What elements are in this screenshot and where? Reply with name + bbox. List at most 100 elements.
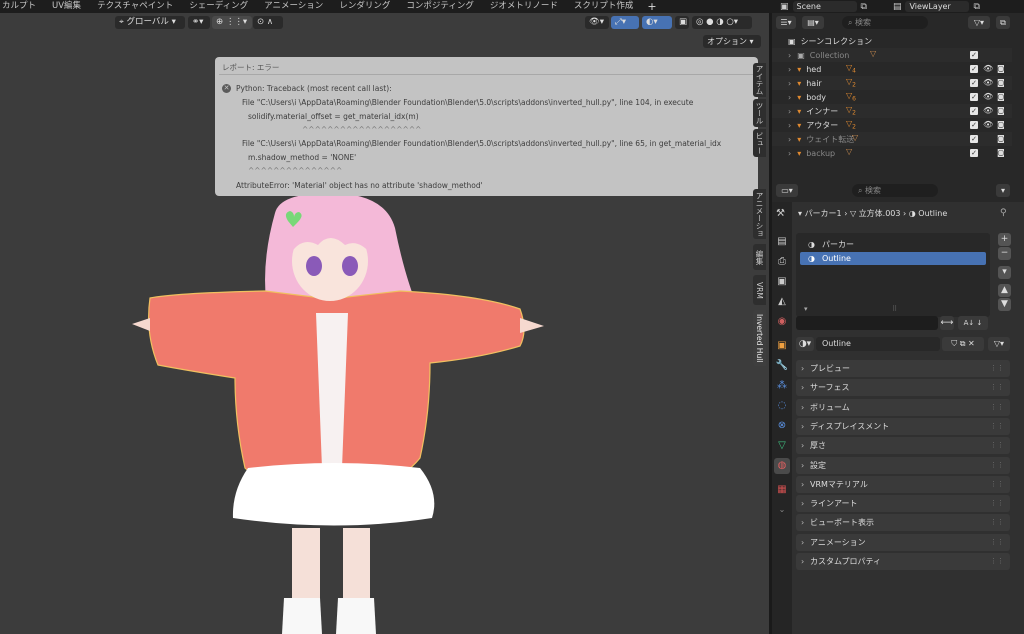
panel-header[interactable]: › プレビュー ⋮⋮ (796, 360, 1010, 377)
camera-icon[interactable]: ◙ (997, 78, 1005, 87)
eye-icon[interactable]: 👁 (983, 64, 993, 73)
options-dropdown-button[interactable]: ▾ (996, 184, 1010, 197)
tab-geometry-nodes[interactable]: ジオメトリノード (482, 0, 566, 13)
display-mode-button[interactable]: ▤▾ (802, 16, 824, 29)
n-panel-tab-edit[interactable]: 編集 (753, 244, 766, 270)
expand-arrow-icon[interactable]: › (788, 93, 791, 102)
output-tab[interactable]: ⎙ (774, 254, 790, 270)
render-tab[interactable]: ▤ (774, 234, 790, 250)
panel-header[interactable]: › カスタムプロパティ ⋮⋮ (796, 553, 1010, 570)
exclude-checkbox[interactable]: ✓ (970, 107, 978, 115)
outliner-row[interactable]: › ▾ hed ▽4 ✓ 👁 ◙ (772, 62, 1012, 76)
drag-handle-icon[interactable]: ⋮⋮ (990, 514, 1004, 531)
physics-tab[interactable]: ◌ (774, 398, 790, 414)
panel-header[interactable]: › 厚さ ⋮⋮ (796, 437, 1010, 455)
camera-icon[interactable]: ◙ (997, 120, 1005, 129)
modifier-tab[interactable]: 🔧 (774, 358, 790, 374)
exclude-checkbox[interactable]: ✓ (970, 149, 978, 157)
world-tab[interactable]: ◉ (774, 314, 790, 330)
eye-icon[interactable]: 👁 (983, 106, 993, 115)
material-name-field[interactable]: Outline (816, 337, 940, 351)
slot-specials-button[interactable]: ▾ (998, 266, 1011, 279)
duplicate-scene-icon[interactable]: ⧉ (861, 2, 867, 12)
slot-filter-input[interactable] (796, 316, 938, 330)
panel-header[interactable]: › ボリューム ⋮⋮ (796, 398, 1010, 416)
pin-icon[interactable]: ⚲ (1000, 208, 1007, 218)
scene-name-field[interactable]: Scene (792, 1, 857, 12)
expand-arrow-icon[interactable]: › (788, 121, 791, 130)
tab-sculpt[interactable]: カルプト (0, 0, 44, 13)
object-tab[interactable]: ▣ (774, 338, 790, 354)
outliner-row[interactable]: › ▾ ウェイト転送 ▽ ✓ ◙ (772, 132, 1012, 146)
expand-arrow-icon[interactable]: › (788, 51, 791, 60)
expand-arrow-icon[interactable]: › (788, 149, 791, 158)
expand-arrow-icon[interactable]: › (788, 79, 791, 88)
constraints-tab[interactable]: ⊗ (774, 418, 790, 434)
editor-type-button[interactable]: ☰▾ (776, 16, 796, 29)
view-layer-tab[interactable]: ▣ (774, 274, 790, 290)
add-workspace-button[interactable]: + (641, 0, 662, 13)
panel-header[interactable]: › ビューポート表示 ⋮⋮ (796, 514, 1010, 532)
material-slot-outline[interactable]: ◑ Outline (800, 252, 986, 265)
tab-compositing[interactable]: コンポジティング (398, 0, 482, 13)
eye-icon[interactable]: 👁 (983, 120, 993, 129)
n-panel-tab-tool[interactable]: ツール (753, 99, 766, 127)
tab-texture-paint[interactable]: テクスチャペイント (89, 0, 181, 13)
data-tab[interactable]: ▽ (774, 438, 790, 454)
drag-handle-icon[interactable]: ⋮⋮ (990, 476, 1004, 493)
drag-handle-icon[interactable]: ⋮⋮ (990, 495, 1004, 512)
outliner-row[interactable]: › ▾ インナー ▽2 ✓ 👁 ◙ (772, 104, 1012, 118)
outliner-row[interactable]: › ▣ Collection ▽ ✓ (772, 48, 1012, 62)
properties-editor-button[interactable]: ▭▾ (776, 184, 798, 197)
filter-button[interactable]: ▽▾ (968, 16, 990, 29)
outliner-row[interactable]: › ▾ hair ▽2 ✓ 👁 ◙ (772, 76, 1012, 90)
n-panel-tab-vrm[interactable]: VRM (753, 275, 766, 305)
texture-tab[interactable]: ▦ (774, 482, 790, 498)
eye-icon[interactable]: 👁 (983, 92, 993, 101)
view-layer-field[interactable]: ViewLayer (905, 1, 970, 12)
filter-button[interactable]: ▽▾ (988, 337, 1010, 351)
browse-material-button[interactable]: ◑▾ (796, 337, 814, 351)
tab-rendering[interactable]: レンダリング (331, 0, 398, 13)
duplicate-layer-icon[interactable]: ⧉ (973, 2, 979, 12)
drag-handle-icon[interactable]: ⋮⋮ (990, 360, 1004, 377)
drag-handle-icon[interactable]: ⋮⋮ (990, 457, 1004, 474)
panel-header[interactable]: › アニメーション ⋮⋮ (796, 533, 1010, 551)
new-collection-button[interactable]: ⧉ (996, 16, 1010, 29)
n-panel-tab-item[interactable]: アイテム (753, 63, 766, 97)
eye-icon[interactable]: 👁 (983, 78, 993, 87)
material-slot-parka[interactable]: ◑ パーカー (800, 238, 986, 251)
drag-handle-icon[interactable]: ⋮⋮ (990, 418, 1004, 435)
exclude-checkbox[interactable]: ✓ (970, 135, 978, 143)
sort-toggle[interactable]: ⟷ (940, 316, 954, 330)
scene-collection-row[interactable]: ▣ シーンコレクション (772, 34, 1012, 48)
expand-arrow-icon[interactable]: › (788, 107, 791, 116)
n-panel-tab-animation[interactable]: アニメーション (753, 189, 766, 239)
outliner-row[interactable]: › ▾ backup ▽ ✓ ◙ (772, 146, 1012, 160)
move-slot-up-button[interactable]: ▲ (998, 284, 1011, 297)
exclude-checkbox[interactable]: ✓ (970, 93, 978, 101)
drag-handle-icon[interactable]: ⋮⋮ (990, 437, 1004, 454)
outliner-row[interactable]: › ▾ body ▽6 ✓ 👁 ◙ (772, 90, 1012, 104)
panel-header[interactable]: › ディスプレイスメント ⋮⋮ (796, 417, 1010, 435)
camera-icon[interactable]: ◙ (997, 106, 1005, 115)
drag-handle-icon[interactable]: ⋮⋮ (990, 399, 1004, 416)
n-panel-tab-view[interactable]: ビュー (753, 129, 766, 157)
material-slot-list[interactable]: ◑ パーカー ◑ Outline ⠿ ▾ (796, 233, 990, 317)
list-expand-icon[interactable]: ▾ (804, 305, 808, 313)
expand-arrow-icon[interactable]: › (788, 135, 791, 144)
add-slot-button[interactable]: + (998, 233, 1011, 246)
camera-icon[interactable]: ◙ (997, 134, 1005, 143)
tabs-scroll-down[interactable]: ⌄ (774, 502, 790, 518)
camera-icon[interactable]: ◙ (997, 64, 1005, 73)
outliner-search-input[interactable]: ⌕ 検索 (842, 16, 928, 29)
drag-handle-icon[interactable]: ⋮⋮ (990, 534, 1004, 551)
exclude-checkbox[interactable]: ✓ (970, 121, 978, 129)
panel-header[interactable]: › VRMマテリアル ⋮⋮ (796, 475, 1010, 493)
material-actions[interactable]: ⛉ ⧉ ✕ (942, 337, 984, 351)
n-panel-tab-inverted-hull[interactable]: Inverted Hull (753, 310, 766, 366)
scene-tab[interactable]: ◭ (774, 294, 790, 310)
sort-alpha-toggle[interactable]: A↓ ↓ (958, 316, 988, 330)
list-resize-handle[interactable]: ⠿ (892, 305, 897, 313)
tab-shading[interactable]: シェーディング (181, 0, 256, 13)
